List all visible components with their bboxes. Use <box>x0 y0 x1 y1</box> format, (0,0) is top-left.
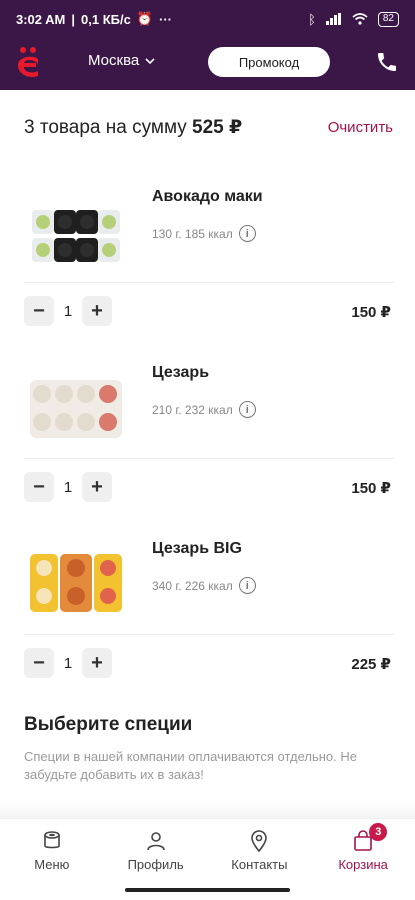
product-weight-calories: 130 г. 185 ккал <box>152 226 233 241</box>
cart-badge: 3 <box>369 823 388 841</box>
product-weight-calories: 210 г. 232 ккал <box>152 402 233 417</box>
decrease-button[interactable]: − <box>24 472 54 502</box>
alarm-icon: ⏰ <box>136 11 154 26</box>
decrease-button[interactable]: − <box>24 296 54 326</box>
product-weight-calories: 340 г. 226 ккал <box>152 578 233 593</box>
nav-item-profile[interactable]: Профиль <box>104 819 208 882</box>
increase-button[interactable]: + <box>82 296 112 326</box>
city-selector[interactable]: Москва <box>88 52 155 69</box>
promo-button[interactable]: Промокод <box>208 47 330 77</box>
battery-icon: 82 <box>377 11 399 27</box>
product-meta: 130 г. 185 ккал i <box>152 225 256 242</box>
quantity-stepper: − 1 + <box>24 648 112 678</box>
info-icon[interactable]: i <box>238 577 256 594</box>
status-left: 3:02 AM | 0,1 КБ/с ⏰ ··· <box>16 11 172 27</box>
status-speed: 0,1 КБ/с <box>81 11 131 27</box>
signal-icon <box>325 13 341 25</box>
increase-button[interactable]: + <box>82 648 112 678</box>
user-icon <box>146 832 165 851</box>
location-icon <box>251 830 268 853</box>
product-meta: 210 г. 232 ккал i <box>152 401 256 418</box>
increase-button[interactable]: + <box>82 472 112 502</box>
cart-summary-prefix: 3 товара на сумму <box>24 117 187 138</box>
quantity-value: 1 <box>63 302 73 320</box>
spices-description: Специи в нашей компании оплачиваются отд… <box>24 749 357 782</box>
clear-cart-button[interactable]: Очистить <box>328 119 393 136</box>
divider <box>24 634 394 635</box>
city-label: Москва <box>88 52 140 69</box>
product-name[interactable]: Цезарь BIG <box>152 540 242 558</box>
sushi-icon <box>44 831 60 849</box>
quantity-stepper: − 1 + <box>24 296 112 326</box>
quantity-value: 1 <box>63 478 73 496</box>
item-price: 225 ₽ <box>351 656 391 673</box>
nav-label: Профиль <box>127 857 184 872</box>
info-icon[interactable]: i <box>238 225 256 242</box>
product-image-caesar <box>30 380 122 438</box>
brand-logo-icon <box>18 47 38 77</box>
quantity-value: 1 <box>63 654 73 672</box>
more-icon: ··· <box>159 11 173 27</box>
nav-label: Меню <box>34 857 70 872</box>
spices-carousel-edge <box>0 800 415 818</box>
divider <box>24 282 394 283</box>
wifi-icon <box>352 13 368 25</box>
status-right: ᛒ 82 <box>308 11 399 27</box>
status-bar: 3:02 AM | 0,1 КБ/с ⏰ ··· ᛒ 82 <box>0 0 415 38</box>
nav-item-menu[interactable]: Меню <box>0 819 104 882</box>
cart-summary: 3 товара на сумму 525 ₽ <box>24 116 242 139</box>
bluetooth-icon: ᛒ <box>308 11 316 27</box>
product-image-caesar-big <box>30 554 122 612</box>
product-name[interactable]: Цезарь <box>152 364 209 382</box>
bottom-navigation: Меню Профиль Контакты 3 Корзина <box>0 818 415 882</box>
quantity-stepper: − 1 + <box>24 472 112 502</box>
chevron-down-icon <box>145 57 155 64</box>
nav-label: Контакты <box>231 857 288 872</box>
phone-icon[interactable] <box>375 50 399 74</box>
product-name[interactable]: Авокадо маки <box>152 188 263 206</box>
cart-total: 525 ₽ <box>192 117 243 138</box>
nav-item-cart[interactable]: 3 Корзина <box>311 819 415 882</box>
item-price: 150 ₽ <box>351 304 391 321</box>
spices-heading: Выберите специи <box>24 714 193 735</box>
decrease-button[interactable]: − <box>24 648 54 678</box>
product-image-avocado-maki <box>32 210 120 262</box>
status-separator: | <box>71 11 76 27</box>
nav-label: Корзина <box>338 857 388 872</box>
nav-item-contacts[interactable]: Контакты <box>208 819 312 882</box>
info-icon[interactable]: i <box>238 401 256 418</box>
divider <box>24 458 394 459</box>
product-meta: 340 г. 226 ккал i <box>152 577 256 594</box>
app-header: Москва Промокод <box>0 38 415 90</box>
item-price: 150 ₽ <box>351 480 391 497</box>
status-time: 3:02 AM <box>16 11 66 27</box>
home-indicator[interactable] <box>125 888 290 892</box>
